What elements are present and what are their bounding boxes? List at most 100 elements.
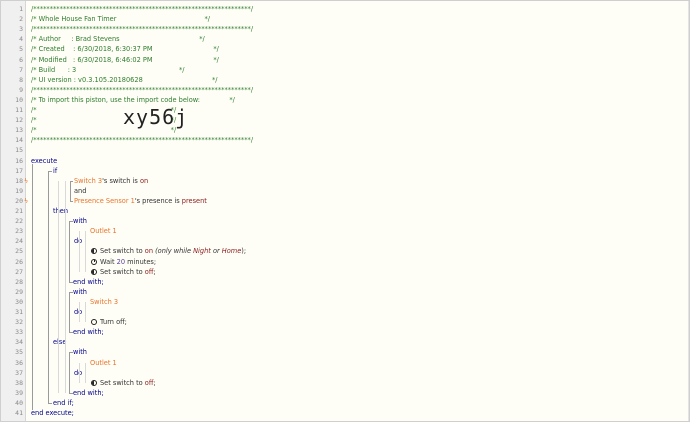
block-guide <box>69 332 73 334</box>
block-guide <box>79 362 80 383</box>
line-number: 2 <box>19 15 23 24</box>
line-number: 31 <box>15 308 23 316</box>
block-guide <box>69 291 70 333</box>
line-number: 9 <box>19 85 23 94</box>
action-line: Wait 20 minutes; <box>91 257 156 267</box>
comment-line: /* To import this piston, use the import… <box>31 95 235 105</box>
line-number: 23 <box>15 227 23 236</box>
code-token: or <box>210 247 222 256</box>
power-icon <box>91 319 97 326</box>
code-token: if <box>53 166 58 175</box>
line-number: 6 <box>19 55 23 64</box>
line-number: 36 <box>15 358 23 367</box>
block-guide <box>48 170 52 172</box>
line-number: 10 <box>15 95 23 104</box>
code-token: Outlet 1 <box>90 227 117 236</box>
code-token: 's switch is <box>102 176 140 185</box>
line-number: 3 <box>19 25 23 34</box>
code-token: and <box>74 186 87 195</box>
line-number: 8 <box>19 75 23 84</box>
comment-text: /* Whole House Fan Timer */ <box>31 15 210 24</box>
with-keyword: with <box>73 347 87 357</box>
comment-text: /***************************************… <box>31 5 254 13</box>
line-number: 5 <box>19 45 23 54</box>
comment-line: /***************************************… <box>31 85 253 95</box>
code-token: end with; <box>73 328 104 337</box>
action-line: Set switch to off; <box>91 267 156 277</box>
line-number: 40 <box>15 398 23 407</box>
comment-line: /* Modified : 6/30/2018, 6:46:02 PM */ <box>31 55 219 65</box>
line-number: 16 <box>15 156 23 165</box>
comment-line: /* Author : Brad Stevens */ <box>31 34 205 44</box>
line-number: 27 <box>15 267 23 276</box>
code-token: minutes; <box>125 257 157 266</box>
code-token: Switch 3 <box>74 176 103 185</box>
line-number: 19 <box>15 186 23 195</box>
comment-text: /***************************************… <box>31 85 254 94</box>
line-number: 33 <box>15 328 23 337</box>
line-number: 34 <box>15 338 23 347</box>
trigger-bolt-icon: ϟ <box>24 196 29 205</box>
code-token: 20 <box>116 257 126 266</box>
code-token: Set switch to <box>100 247 145 256</box>
comment-line: /***************************************… <box>31 135 253 145</box>
block-guide <box>79 231 80 272</box>
line-number: 26 <box>15 257 23 266</box>
comment-line: /* Whole House Fan Timer */ <box>31 14 210 24</box>
block-guide <box>69 221 70 282</box>
code-token: Outlet 1 <box>90 358 117 367</box>
line-number: 25 <box>15 247 23 256</box>
condition-line: Switch 3's switch is on <box>74 176 148 186</box>
code-token: ; <box>153 378 156 387</box>
block-guide <box>69 392 73 394</box>
code-token: with <box>73 348 87 357</box>
piston-code-viewer: 1 2 3 4 5 6 7 8 9 10 11 12 13 14 15 16 17 18 19 20 21 22 23 24 2… <box>0 0 690 422</box>
block-guide <box>69 352 73 354</box>
end-execute-keyword: end execute; <box>31 408 74 418</box>
comment-line: /* Created : 6/30/2018, 6:30:37 PM */ <box>31 44 219 54</box>
line-number: 41 <box>15 409 23 417</box>
block-guide <box>70 180 71 201</box>
code-token: 's presence is <box>134 196 182 205</box>
line-number: 1 <box>19 5 23 13</box>
line-number: 30 <box>15 297 23 306</box>
end-with-keyword: end with; <box>73 277 104 287</box>
line-number: 28 <box>15 277 23 286</box>
line-number: 7 <box>19 65 23 74</box>
code-token: with <box>73 287 87 296</box>
end-if-keyword: end if; <box>53 398 74 408</box>
import-code[interactable]: xy56j <box>123 107 188 127</box>
comment-text: /* Author : Brad Stevens */ <box>31 35 205 44</box>
comment-line: /* UI version : v0.3.105.20180628 */ <box>31 75 217 85</box>
line-number: 12 <box>15 116 23 125</box>
comment-text: /* UI version : v0.3.105.20180628 */ <box>31 75 218 84</box>
block-guide <box>85 301 86 323</box>
code-token: end if; <box>53 398 74 407</box>
comment-text: /***************************************… <box>31 136 254 145</box>
toggle-icon <box>91 248 97 255</box>
block-guide <box>58 180 59 393</box>
code-token: Home <box>221 247 242 256</box>
action-line: Set switch to off; <box>91 378 156 388</box>
block-guide <box>48 170 49 403</box>
line-number: 13 <box>15 126 23 135</box>
line-number: 32 <box>15 318 23 327</box>
with-keyword: with <box>73 216 87 226</box>
clock-icon <box>91 258 97 265</box>
line-number: 14 <box>15 136 23 145</box>
code-token: ); <box>241 247 247 256</box>
line-number: 24 <box>15 237 23 246</box>
device-name: Outlet 1 <box>90 358 117 368</box>
line-number: 39 <box>15 388 23 397</box>
device-name: Switch 3 <box>90 297 118 307</box>
line-number: 4 <box>19 35 23 44</box>
code-token: Turn off; <box>100 318 127 327</box>
code-token: Set switch to <box>100 378 145 387</box>
block-guide <box>70 200 73 202</box>
action-line: Set switch to on (only while Night or Ho… <box>91 246 246 256</box>
with-keyword: with <box>73 287 87 297</box>
line-number: 18 <box>15 176 23 185</box>
comment-line: /* Build : 3 */ <box>31 65 184 75</box>
execute-keyword: execute <box>31 156 57 166</box>
code-token: present <box>181 196 207 205</box>
